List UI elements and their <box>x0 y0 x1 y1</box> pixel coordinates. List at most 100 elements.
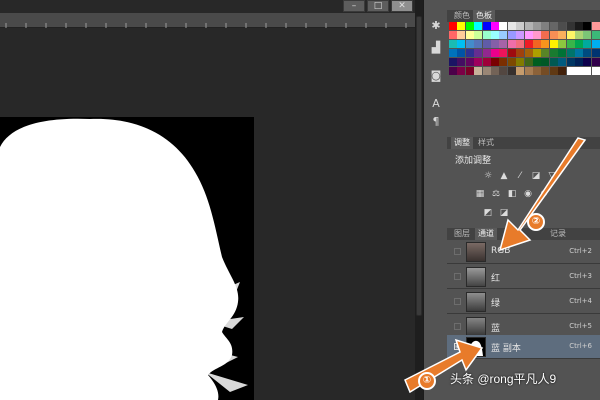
color-swatch[interactable] <box>507 67 516 75</box>
color-swatch[interactable] <box>575 22 583 30</box>
color-swatch[interactable] <box>507 49 516 57</box>
color-swatch[interactable] <box>566 67 575 75</box>
color-swatch[interactable] <box>591 22 600 30</box>
color-swatch[interactable] <box>533 49 541 57</box>
color-swatch[interactable] <box>516 67 525 75</box>
color-swatch[interactable] <box>583 49 592 57</box>
color-swatch[interactable] <box>591 58 600 66</box>
color-swatch[interactable] <box>558 40 567 48</box>
color-swatch[interactable] <box>575 67 583 75</box>
color-swatch[interactable] <box>558 49 567 57</box>
color-swatch[interactable] <box>533 40 541 48</box>
color-swatch[interactable] <box>533 67 541 75</box>
color-swatch[interactable] <box>591 31 600 39</box>
color-swatch[interactable] <box>533 22 541 30</box>
color-swatch[interactable] <box>457 31 466 39</box>
color-swatch[interactable] <box>491 31 499 39</box>
color-swatch[interactable] <box>507 58 516 66</box>
color-swatch[interactable] <box>457 22 466 30</box>
color-swatch[interactable] <box>474 67 483 75</box>
color-swatch[interactable] <box>558 58 567 66</box>
color-swatch[interactable] <box>449 40 457 48</box>
color-swatch[interactable] <box>541 31 550 39</box>
color-swatch[interactable] <box>491 22 499 30</box>
color-swatch[interactable] <box>583 40 592 48</box>
minimize-button[interactable]: – <box>343 0 365 12</box>
color-swatch[interactable] <box>583 31 592 39</box>
color-swatch[interactable] <box>516 58 525 66</box>
color-swatch[interactable] <box>541 67 550 75</box>
color-swatch[interactable] <box>549 40 558 48</box>
color-swatch[interactable] <box>474 31 483 39</box>
tab-swatches[interactable]: 色板 <box>473 10 495 22</box>
color-swatch[interactable] <box>474 40 483 48</box>
color-swatch[interactable] <box>575 40 583 48</box>
color-swatch[interactable] <box>541 58 550 66</box>
color-swatch[interactable] <box>516 31 525 39</box>
color-swatch[interactable] <box>583 22 592 30</box>
color-swatch[interactable] <box>533 58 541 66</box>
paragraph-icon[interactable]: ¶ <box>428 114 444 130</box>
color-swatch[interactable] <box>524 58 533 66</box>
color-swatch[interactable] <box>541 40 550 48</box>
color-swatch[interactable] <box>558 67 567 75</box>
close-button[interactable]: ✕ <box>391 0 413 12</box>
color-swatch[interactable] <box>591 40 600 48</box>
color-swatch[interactable] <box>566 22 575 30</box>
color-swatch[interactable] <box>465 67 474 75</box>
color-swatch[interactable] <box>482 40 491 48</box>
color-swatch[interactable] <box>516 40 525 48</box>
color-swatch[interactable] <box>491 67 499 75</box>
color-swatch[interactable] <box>549 31 558 39</box>
color-swatch[interactable] <box>507 22 516 30</box>
color-swatch[interactable] <box>465 58 474 66</box>
color-swatch[interactable] <box>465 31 474 39</box>
histogram-icon[interactable]: ▟ <box>428 40 444 56</box>
color-swatch[interactable] <box>533 31 541 39</box>
color-swatch[interactable] <box>558 31 567 39</box>
color-swatch[interactable] <box>575 31 583 39</box>
color-swatch[interactable] <box>482 58 491 66</box>
color-swatch[interactable] <box>591 49 600 57</box>
color-swatch[interactable] <box>507 31 516 39</box>
color-swatch[interactable] <box>558 22 567 30</box>
color-swatch[interactable] <box>491 58 499 66</box>
color-swatch[interactable] <box>575 58 583 66</box>
color-swatch[interactable] <box>549 22 558 30</box>
color-swatch[interactable] <box>524 40 533 48</box>
color-swatch[interactable] <box>524 22 533 30</box>
color-swatch[interactable] <box>482 22 491 30</box>
color-swatch[interactable] <box>516 49 525 57</box>
color-swatch[interactable] <box>449 22 457 30</box>
color-swatch[interactable] <box>566 31 575 39</box>
color-swatch[interactable] <box>474 22 483 30</box>
color-swatch[interactable] <box>583 58 592 66</box>
info-icon[interactable]: ◙ <box>428 68 444 84</box>
color-swatch[interactable] <box>524 31 533 39</box>
color-swatch[interactable] <box>591 67 600 75</box>
color-swatch[interactable] <box>474 58 483 66</box>
tab-color[interactable]: 颜色 <box>451 10 473 22</box>
color-swatch[interactable] <box>575 49 583 57</box>
color-swatch[interactable] <box>499 22 508 30</box>
color-swatch[interactable] <box>491 40 499 48</box>
color-swatch[interactable] <box>566 40 575 48</box>
color-swatch[interactable] <box>449 49 457 57</box>
color-swatch[interactable] <box>499 40 508 48</box>
color-swatch[interactable] <box>482 49 491 57</box>
navigator-icon[interactable]: ✱ <box>428 18 444 34</box>
color-swatch[interactable] <box>499 58 508 66</box>
color-swatch[interactable] <box>449 67 457 75</box>
color-swatch[interactable] <box>482 67 491 75</box>
color-swatch[interactable] <box>457 67 466 75</box>
color-swatch[interactable] <box>465 49 474 57</box>
color-swatch[interactable] <box>549 58 558 66</box>
color-swatch[interactable] <box>524 67 533 75</box>
color-swatch[interactable] <box>449 58 457 66</box>
color-swatch[interactable] <box>499 31 508 39</box>
color-swatch[interactable] <box>541 22 550 30</box>
color-swatch[interactable] <box>457 40 466 48</box>
color-swatch[interactable] <box>457 49 466 57</box>
color-swatch[interactable] <box>524 49 533 57</box>
color-swatch[interactable] <box>457 58 466 66</box>
